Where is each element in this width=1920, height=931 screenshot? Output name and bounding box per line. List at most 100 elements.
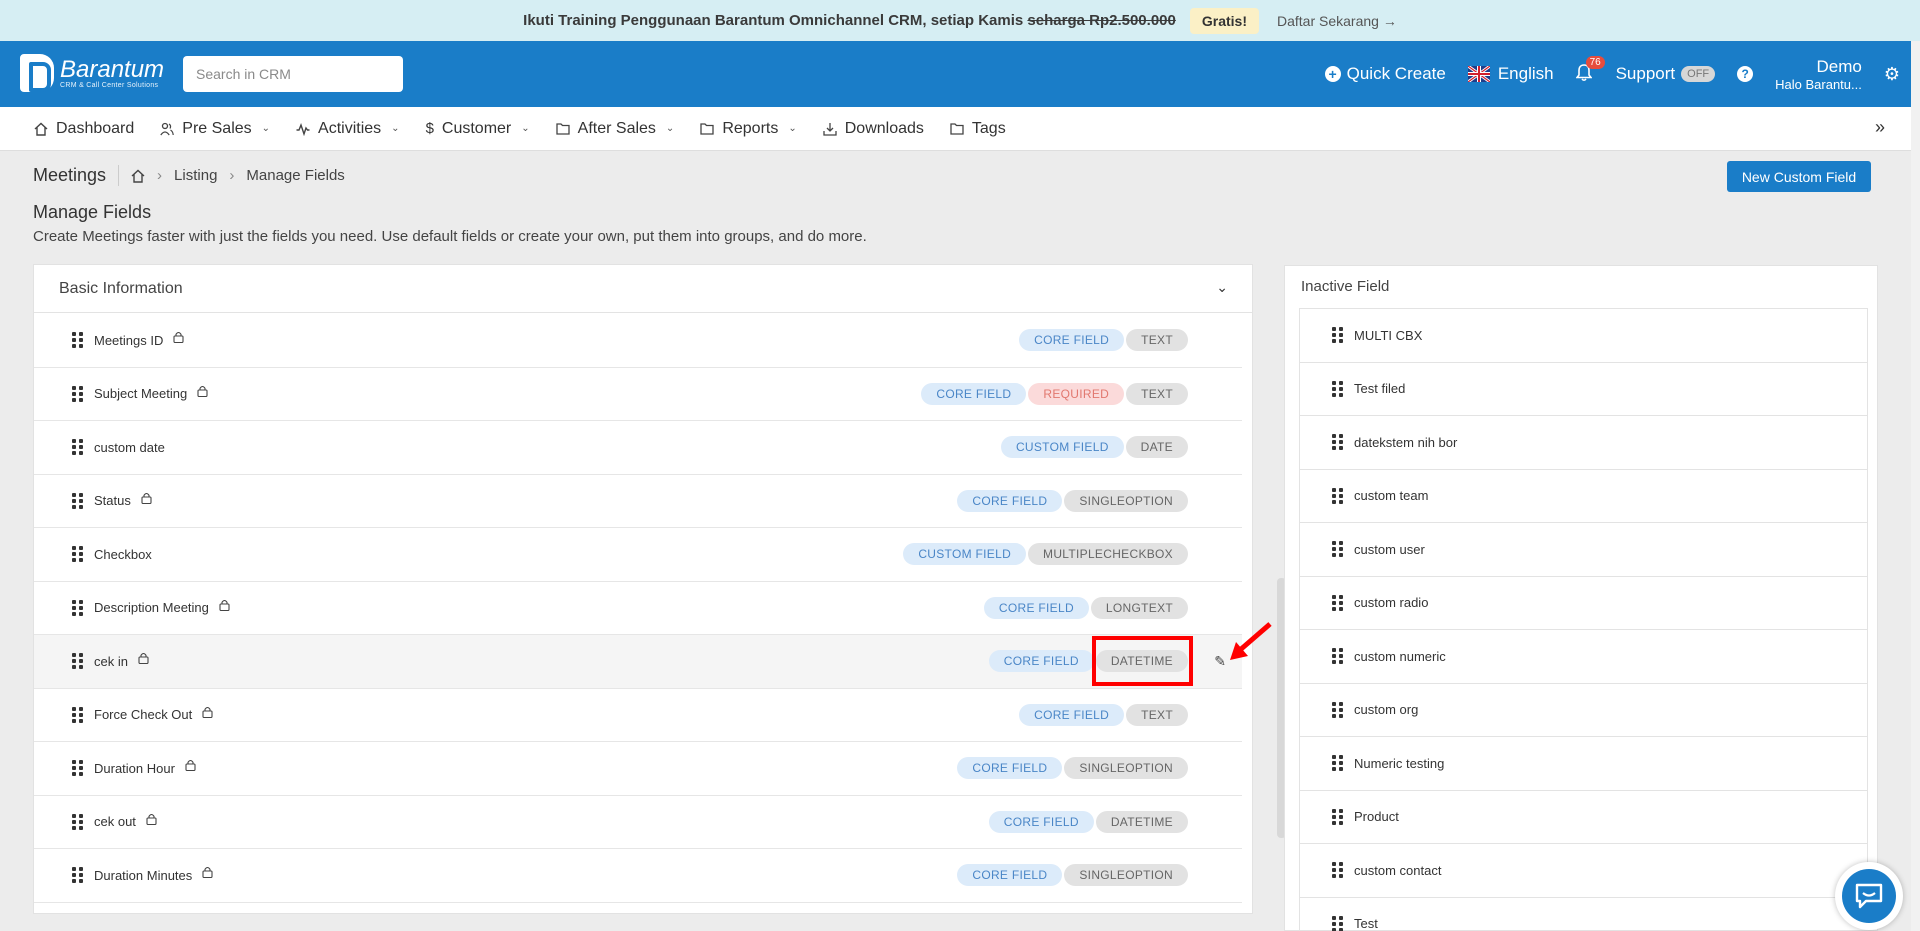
nav-activities[interactable]: Activities ⌄	[296, 120, 400, 138]
edit-pencil-icon[interactable]: ✎	[1214, 653, 1226, 670]
bell-icon: 76	[1574, 56, 1605, 84]
field-tags: CORE FIELD LONGTEXT	[982, 596, 1188, 619]
drag-handle-icon[interactable]	[1332, 487, 1343, 504]
support-status-badge: OFF	[1681, 66, 1716, 82]
drag-handle-icon[interactable]	[1332, 701, 1343, 718]
nav-label: Customer	[441, 119, 512, 137]
inactive-field-item[interactable]: custom org	[1300, 684, 1867, 737]
drag-handle-icon[interactable]	[1332, 915, 1343, 931]
field-row[interactable]: Duration Minutes CORE FIELD SINGLEOPTION	[34, 849, 1242, 903]
notification-count-badge: 76	[1585, 56, 1605, 69]
lock-icon	[202, 706, 213, 718]
field-row[interactable]: cek in CORE FIELD DATETIME ✎	[34, 635, 1242, 689]
field-row[interactable]: Subject Meeting CORE FIELD REQUIRED TEXT	[34, 368, 1242, 421]
drag-handle-icon[interactable]	[1332, 648, 1343, 665]
gear-icon[interactable]: ⚙	[1884, 64, 1900, 85]
quick-create-button[interactable]: + Quick Create	[1324, 64, 1446, 84]
nav-dashboard[interactable]: Dashboard	[34, 120, 134, 138]
module-title: Meetings	[33, 165, 120, 186]
page-scrollbar[interactable]	[1911, 41, 1920, 931]
folder-icon	[700, 123, 714, 135]
lock-icon	[173, 332, 184, 344]
field-type-badge: DATETIME	[1095, 810, 1188, 833]
inactive-field-item[interactable]: Test filed	[1300, 363, 1867, 416]
nav-label: Reports	[722, 119, 779, 137]
user-greeting: Halo Barantu...	[1775, 76, 1862, 92]
drag-handle-icon[interactable]	[72, 332, 83, 349]
nav-tags[interactable]: Tags	[950, 120, 1006, 138]
folder-icon	[950, 123, 964, 135]
chat-widget-button[interactable]	[1835, 862, 1903, 930]
section-header[interactable]: Basic Information ⌄	[34, 265, 1252, 313]
drag-handle-icon[interactable]	[72, 492, 83, 509]
home-icon[interactable]	[131, 169, 145, 183]
help-button[interactable]: ?	[1737, 66, 1754, 82]
users-icon	[160, 122, 175, 135]
field-row[interactable]: Checkbox CUSTOM FIELD MULTIPLECHECKBOX	[34, 528, 1242, 582]
language-label: English	[1497, 64, 1554, 83]
inactive-field-panel: Inactive Field MULTI CBX Test filed dateks…	[1284, 265, 1878, 931]
breadcrumb-listing-link[interactable]: Listing	[174, 167, 217, 184]
drag-handle-icon[interactable]	[72, 599, 83, 616]
barantum-logo[interactable]: Barantum CRM & Call Center Solutions	[20, 54, 164, 92]
field-row[interactable]: Description Meeting CORE FIELD LONGTEXT	[34, 582, 1242, 635]
inactive-field-item[interactable]: custom radio	[1300, 577, 1867, 630]
drag-handle-icon[interactable]	[72, 439, 83, 456]
chevron-down-icon[interactable]: ⌄	[1216, 279, 1228, 296]
double-chevron-right-icon[interactable]: »	[1875, 117, 1885, 138]
search-input[interactable]	[183, 56, 403, 92]
download-icon	[823, 122, 837, 136]
field-row[interactable]: Meetings ID CORE FIELD TEXT	[34, 314, 1242, 368]
inactive-field-item[interactable]: datekstem nih bor	[1300, 416, 1867, 470]
field-row[interactable]: Status CORE FIELD SINGLEOPTION	[34, 475, 1242, 528]
drag-handle-icon[interactable]	[1332, 808, 1343, 825]
drag-handle-icon[interactable]	[72, 760, 83, 777]
core-field-badge: CORE FIELD	[1019, 329, 1125, 352]
register-link[interactable]: Daftar Sekarang →	[1277, 13, 1397, 29]
logo-name: Barantum	[60, 55, 165, 83]
inactive-field-item[interactable]: custom user	[1300, 523, 1867, 577]
drag-handle-icon[interactable]	[1332, 755, 1343, 772]
drag-handle-icon[interactable]	[1332, 380, 1343, 397]
user-menu[interactable]: Demo Halo Barantu...	[1775, 57, 1862, 92]
inactive-field-item[interactable]: custom team	[1300, 470, 1867, 523]
drag-handle-icon[interactable]	[1332, 541, 1343, 558]
nav-label: Dashboard	[56, 119, 135, 137]
inactive-field-item[interactable]: MULTI CBX	[1300, 309, 1867, 363]
drag-handle-icon[interactable]	[72, 653, 83, 670]
nav-reports[interactable]: Reports ⌄	[700, 119, 797, 138]
field-row[interactable]: Force Check Out CORE FIELD TEXT	[34, 689, 1242, 742]
nav-label: After Sales	[577, 119, 656, 137]
lock-icon	[197, 385, 208, 397]
nav-downloads[interactable]: Downloads	[823, 120, 924, 138]
inactive-field-item[interactable]: Product	[1300, 791, 1867, 844]
promo-badge: Gratis!	[1189, 7, 1259, 34]
field-row[interactable]: Duration Hour CORE FIELD SINGLEOPTION	[34, 742, 1242, 796]
nav-customer[interactable]: $ Customer ⌄	[426, 120, 530, 138]
field-row[interactable]: cek out CORE FIELD DATETIME	[34, 796, 1242, 849]
new-custom-field-button[interactable]: New Custom Field	[1727, 161, 1871, 192]
nav-pre-sales[interactable]: Pre Sales ⌄	[160, 120, 270, 138]
inactive-field-item[interactable]: Numeric testing	[1300, 737, 1867, 791]
drag-handle-icon[interactable]	[72, 385, 83, 402]
inactive-field-item[interactable]: custom contact	[1300, 844, 1867, 898]
language-selector[interactable]: English	[1467, 64, 1554, 84]
drag-handle-icon[interactable]	[1332, 594, 1343, 611]
drag-handle-icon[interactable]	[72, 546, 83, 563]
drag-handle-icon[interactable]	[1332, 862, 1343, 879]
drag-handle-icon[interactable]	[72, 813, 83, 830]
notifications-button[interactable]: 76	[1574, 56, 1605, 84]
field-name: Duration Minutes	[94, 867, 193, 883]
nav-after-sales[interactable]: After Sales ⌄	[556, 119, 674, 138]
drag-handle-icon[interactable]	[1332, 434, 1343, 451]
inactive-field-item[interactable]: Test	[1300, 898, 1867, 931]
lock-icon	[219, 599, 230, 611]
drag-handle-icon[interactable]	[72, 867, 83, 884]
inactive-field-list: MULTI CBX Test filed datekstem nih bor cust…	[1299, 308, 1868, 931]
drag-handle-icon[interactable]	[1332, 327, 1343, 344]
field-row[interactable]: custom date CUSTOM FIELD DATE	[34, 421, 1242, 475]
support-toggle[interactable]: Support OFF	[1616, 64, 1716, 84]
lock-icon	[185, 760, 196, 772]
inactive-field-item[interactable]: custom numeric	[1300, 630, 1867, 684]
drag-handle-icon[interactable]	[72, 706, 83, 723]
